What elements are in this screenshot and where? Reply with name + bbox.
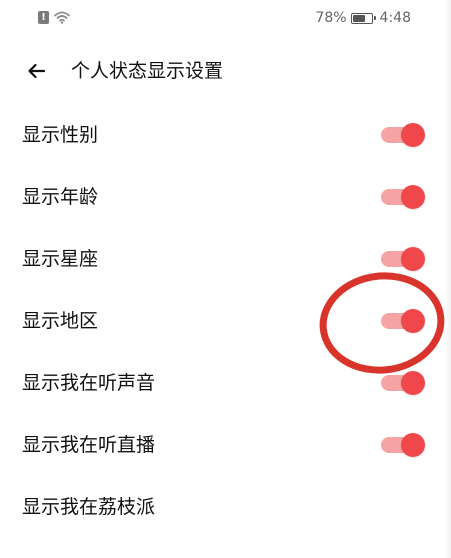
setting-row-lizhi-pie: 显示我在荔枝派 (0, 476, 451, 538)
setting-label: 显示星座 (22, 248, 99, 270)
setting-row-region: 显示地区 (0, 290, 451, 352)
back-button[interactable] (24, 58, 50, 84)
toggle-knob (401, 371, 425, 395)
status-time: 4:48 (379, 10, 411, 26)
toggle-show-listening-live[interactable] (381, 433, 425, 457)
toggle-knob (401, 185, 425, 209)
setting-row-listening-live: 显示我在听直播 (0, 414, 451, 476)
setting-row-listening-audio: 显示我在听声音 (0, 352, 451, 414)
setting-row-gender: 显示性别 (0, 104, 451, 166)
toggle-show-region[interactable] (381, 309, 425, 333)
status-left-icons: ! (38, 11, 70, 24)
setting-label: 显示年龄 (22, 186, 99, 208)
setting-label: 显示地区 (22, 310, 99, 332)
toggle-show-age[interactable] (381, 185, 425, 209)
toggle-knob (401, 309, 425, 333)
status-bar: ! 78% 4:48 (0, 0, 451, 38)
scroll-edge (445, 0, 451, 558)
setting-label: 显示我在听直播 (22, 434, 156, 456)
toggle-knob (401, 247, 425, 271)
setting-label: 显示我在听声音 (22, 372, 156, 394)
setting-row-age: 显示年龄 (0, 166, 451, 228)
battery-percent: 78% (315, 10, 347, 26)
setting-label: 显示性别 (22, 124, 99, 146)
wifi-icon (54, 11, 70, 24)
setting-label: 显示我在荔枝派 (22, 496, 156, 518)
settings-list: 显示性别 显示年龄 显示星座 显示地区 显示我在听声音 显示我在听直播 显示我在… (0, 104, 451, 538)
setting-row-zodiac: 显示星座 (0, 228, 451, 290)
toggle-knob (401, 123, 425, 147)
arrow-left-icon (28, 63, 46, 79)
toggle-knob (401, 433, 425, 457)
page-header: 个人状态显示设置 (0, 48, 451, 94)
battery-icon (350, 12, 376, 24)
status-right: 78% 4:48 (315, 10, 411, 26)
notification-alert-icon: ! (38, 11, 49, 24)
toggle-show-zodiac[interactable] (381, 247, 425, 271)
battery-level-fill (352, 14, 365, 22)
toggle-show-gender[interactable] (381, 123, 425, 147)
toggle-show-listening-audio[interactable] (381, 371, 425, 395)
page-title: 个人状态显示设置 (71, 60, 224, 82)
